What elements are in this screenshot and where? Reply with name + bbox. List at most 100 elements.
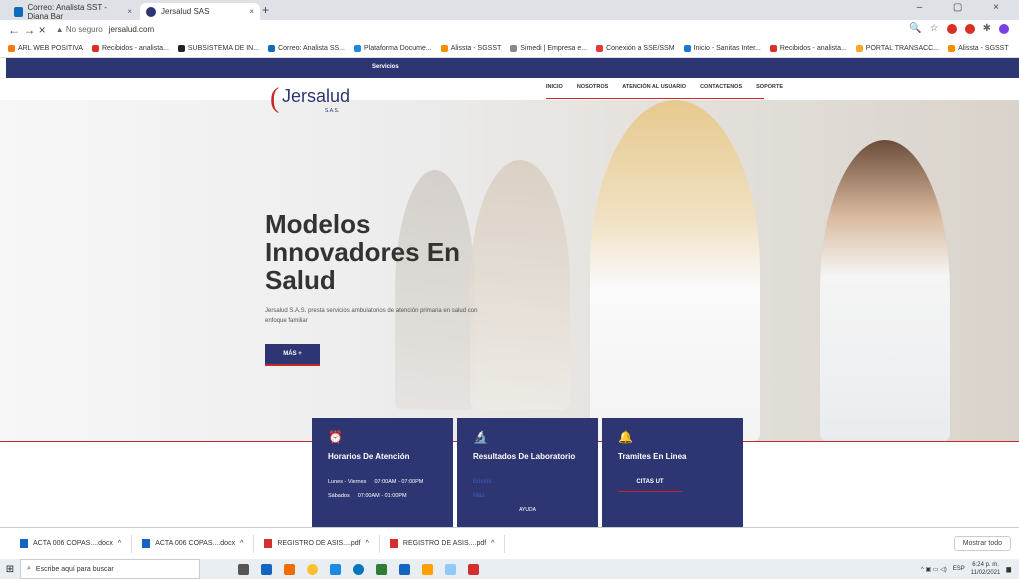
security-indicator[interactable]: ▲ No seguro <box>56 25 103 34</box>
hero-person <box>820 140 950 442</box>
web-page: Servicios ( Jersalud S.A.S. INICIO NOSOT… <box>0 58 1019 527</box>
pdf-icon <box>264 539 273 548</box>
hero-description: Jersalud S.A.S. presta servicios ambulat… <box>265 308 478 324</box>
services-link[interactable]: Servicios <box>372 64 399 70</box>
chevron-up-icon: ^ <box>117 540 122 547</box>
extension-icon[interactable] <box>964 23 975 34</box>
bookmark[interactable]: PORTAL TRANSACC... <box>855 44 939 52</box>
notification-icon[interactable]: ▆ <box>1006 566 1011 573</box>
top-nav-bar: Servicios <box>6 58 1019 78</box>
bookmark[interactable]: Simedi | Empresa e... <box>510 44 587 52</box>
outlook-icon <box>14 6 23 17</box>
app-icon[interactable] <box>422 563 433 575</box>
bookmark[interactable]: SUBSISTEMA DE IN... <box>177 44 259 52</box>
url-field[interactable]: ▲ No seguro jersalud.com <box>56 25 154 34</box>
hero-title: Modelos Innovadores En Salud <box>265 209 461 295</box>
menu-soporte[interactable]: SOPORTE <box>756 84 783 90</box>
nav-buttons[interactable]: ← → × <box>8 23 46 37</box>
tab-label: Jersalud SAS <box>161 7 210 16</box>
card-tramites: 🔔 Tramites En Linea CITAS UT <box>602 418 743 527</box>
zoom-icon[interactable]: 🔍 <box>909 23 921 34</box>
edge-icon[interactable] <box>353 563 364 575</box>
logo-sub: S.A.S. <box>325 108 340 114</box>
citas-button[interactable]: CITAS UT <box>618 479 682 492</box>
app-icon[interactable] <box>284 563 295 575</box>
tab-jersalud[interactable]: Jersalud SAS × <box>140 3 260 20</box>
tab-correo[interactable]: Correo: Analista SST - Diana Bar × <box>8 2 138 21</box>
task-view-icon[interactable] <box>238 563 249 575</box>
bookmark[interactable]: Plataforma Docume... <box>354 44 432 52</box>
hero-banner <box>0 100 1019 442</box>
logo-name: Jersalud <box>282 86 351 106</box>
schedule-row: Lunes - Viernes 07:00AM - 07:00PM <box>328 479 424 485</box>
bell-icon: 🔔 <box>618 430 633 444</box>
microscope-icon: 🔬 <box>473 430 488 444</box>
schedule-row: Sábados 07:00AM - 01:00PM <box>328 493 407 499</box>
card-title: Resultados De Laboratorio <box>473 452 576 461</box>
link-envios[interactable]: Envíos <box>473 479 582 485</box>
download-item[interactable]: ACTA 006 COPAS....docx ^ <box>132 534 255 553</box>
address-bar: ← → × ▲ No seguro jersalud.com 🔍 ☆ ✱ <box>0 20 1019 39</box>
menu-inicio[interactable]: INICIO <box>546 84 563 90</box>
download-item[interactable]: ACTA 006 COPAS....docx ^ <box>10 534 133 553</box>
tab-label: Correo: Analista SST - Diana Bar <box>27 2 107 21</box>
tray-icons[interactable]: ^ ▣ ▭ ◁) <box>921 566 947 573</box>
menu-contactenos[interactable]: CONTACTENOS <box>700 84 742 90</box>
new-tab-button[interactable]: + <box>262 3 269 17</box>
tab-bar: Correo: Analista SST - Diana Bar × Jersa… <box>0 0 1019 21</box>
taskbar-search[interactable]: ⌕ Escribe aquí para buscar <box>20 559 200 579</box>
site-logo[interactable]: ( Jersalud S.A.S. <box>270 80 350 120</box>
link-mas[interactable]: Más <box>473 493 582 499</box>
alarm-clock-icon: ⏰ <box>328 430 343 444</box>
hero-person <box>470 160 570 410</box>
taskbar-apps <box>238 563 479 575</box>
taskbar: ⊞ ⌕ Escribe aquí para buscar ^ ▣ ▭ ◁) ES… <box>0 559 1019 579</box>
show-all-button[interactable]: Mostrar todo <box>953 536 1011 551</box>
close-icon[interactable]: × <box>127 7 132 16</box>
more-button[interactable]: MÁS + <box>265 344 320 366</box>
star-icon[interactable]: ☆ <box>930 23 939 34</box>
menu-atencion[interactable]: ATENCIÓN AL USUARIO <box>622 84 686 90</box>
profile-avatar[interactable] <box>999 23 1009 34</box>
bookmark[interactable]: Recibidos - analista... <box>91 44 169 52</box>
menu-nosotros[interactable]: NOSOTROS <box>577 84 608 90</box>
clock[interactable]: 6:24 p. m. 11/02/2021 <box>971 561 1001 577</box>
word-icon <box>142 539 151 548</box>
help-link[interactable]: AYUDA <box>473 507 582 513</box>
chevron-up-icon: ^ <box>240 540 244 547</box>
download-item[interactable]: REGISTRO DE ASIS....pdf ^ <box>254 534 380 553</box>
card-resultados: 🔬 Resultados De Laboratorio Envíos Más A… <box>457 418 598 527</box>
window-controls[interactable]: – ▢ × <box>917 2 1013 13</box>
bookmark[interactable]: Alissta - SGSST <box>948 44 1009 52</box>
word-icon <box>20 539 28 548</box>
downloads-bar: ACTA 006 COPAS....docx ^ ACTA 006 COPAS..… <box>0 527 1019 559</box>
system-tray: ^ ▣ ▭ ◁) ESP 6:24 p. m. 11/02/2021 ▆ <box>921 561 1011 577</box>
search-icon: ⌕ <box>27 565 31 572</box>
bookmark[interactable]: Inicio - Sanitas Inter... <box>683 44 761 52</box>
pdf-icon <box>389 539 398 548</box>
logo-mark: ( <box>270 83 280 114</box>
app-icon[interactable] <box>330 563 341 575</box>
word-icon[interactable] <box>399 563 410 575</box>
app-icon[interactable] <box>261 563 272 575</box>
close-icon[interactable]: × <box>249 7 254 16</box>
chevron-up-icon: ^ <box>491 540 495 547</box>
bookmark[interactable]: Conexión a SSE/SSM <box>596 44 675 52</box>
chrome-icon[interactable] <box>307 563 318 575</box>
toolbar-icons: 🔍 ☆ ✱ <box>909 23 1009 34</box>
bookmark[interactable]: Recibidos - analista... <box>769 44 847 52</box>
bookmark[interactable]: Correo: Analista SS... <box>268 44 345 52</box>
bookmark[interactable]: ARL WEB POSITIVA <box>8 44 83 52</box>
bookmarks-bar: ARL WEB POSITIVA Recibidos - analista...… <box>0 39 1019 58</box>
acrobat-icon[interactable] <box>468 563 479 575</box>
windows-start-icon[interactable]: ⊞ <box>0 564 20 575</box>
download-item[interactable]: REGISTRO DE ASIS....pdf ^ <box>380 534 506 553</box>
chevron-up-icon: ^ <box>365 540 369 547</box>
language-indicator[interactable]: ESP <box>953 566 965 572</box>
bookmark[interactable]: Alissta - SGSST <box>440 44 501 52</box>
app-icon[interactable] <box>445 563 456 575</box>
extension-icon[interactable] <box>946 23 957 34</box>
excel-icon[interactable] <box>376 563 387 575</box>
card-title: Horarios De Atención <box>328 452 410 461</box>
puzzle-icon[interactable]: ✱ <box>983 23 991 34</box>
